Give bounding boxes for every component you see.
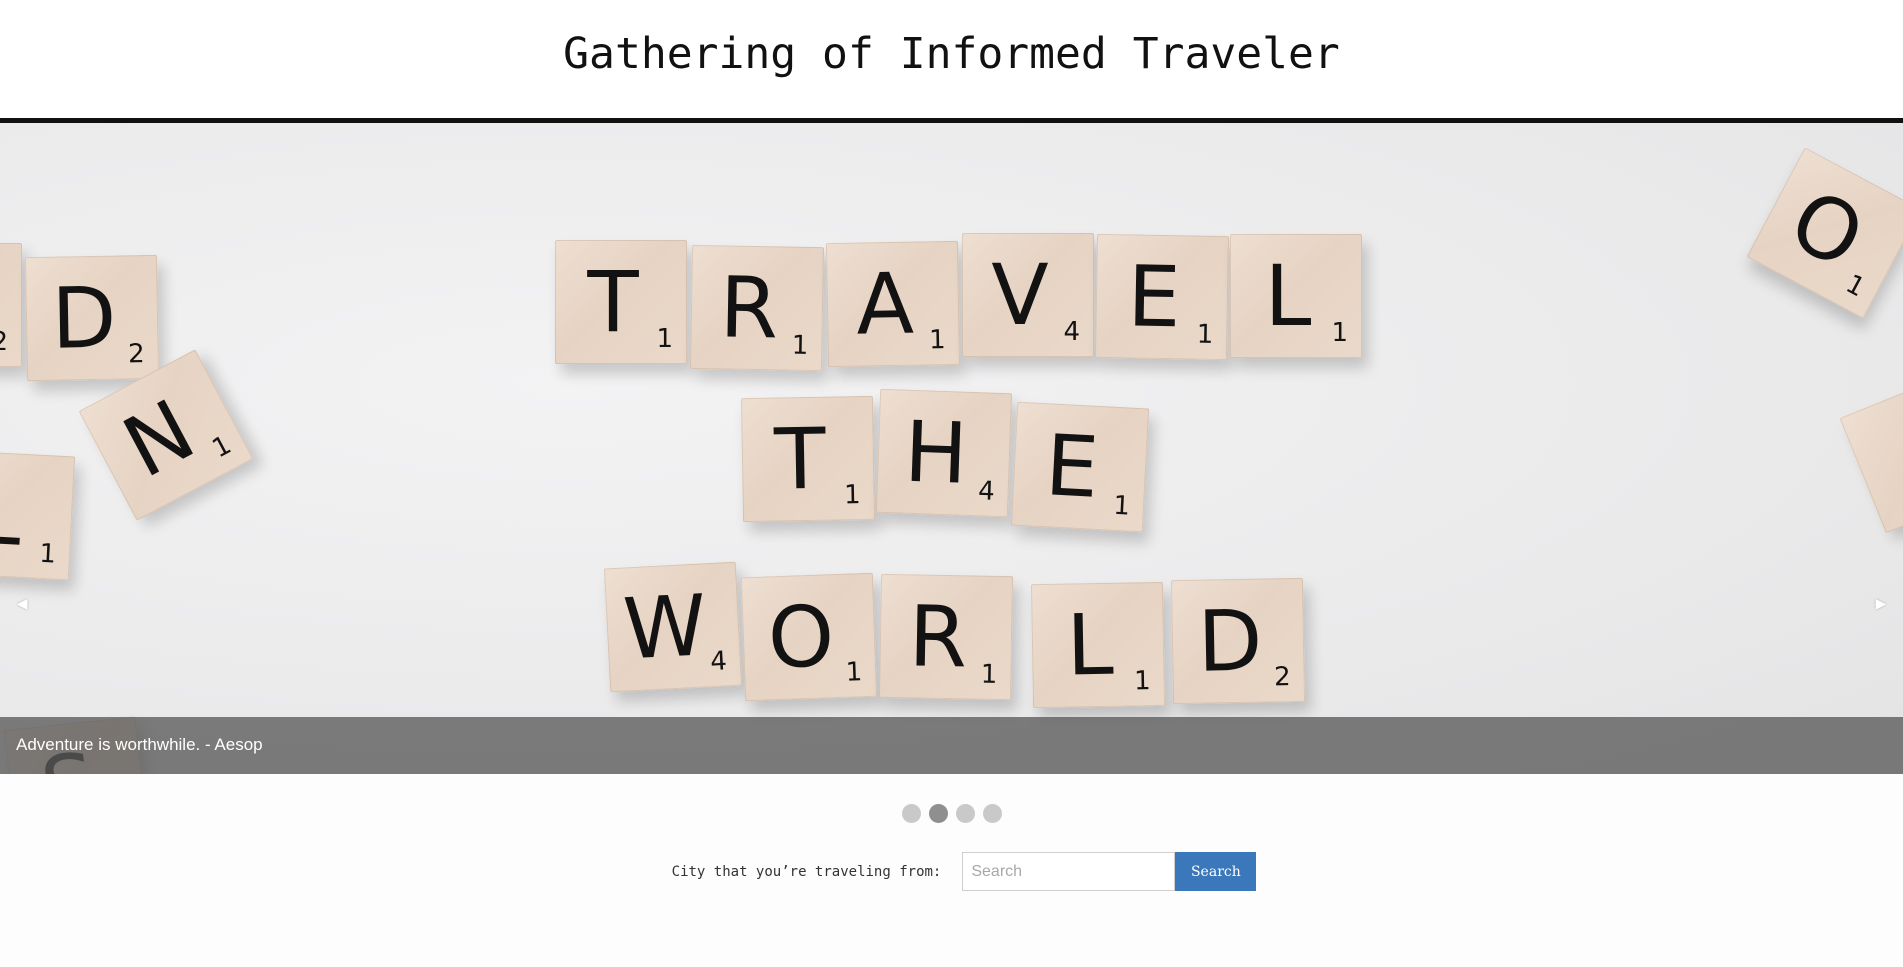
search-button[interactable]: Search [1175,852,1257,891]
scrabble-tile: T1 [555,240,687,364]
scrabble-tile: D2 [1170,577,1306,705]
carousel-prev-button[interactable]: ◀ [10,591,34,615]
scrabble-tile: D2 [24,254,160,382]
carousel-indicators [0,804,1903,823]
caret-left-icon: ◀ [16,594,28,611]
scrabble-tile [1839,368,1903,534]
scrabble-tile: O1 [740,572,878,702]
site-title: Gathering of Informed Traveler [563,29,1340,79]
image-carousel: T1 R1 A1 V4 E1 L1 T1 H4 E1 W4 O1 R1 L1 D… [0,123,1903,774]
scrabble-tile: W4 [603,561,743,693]
scrabble-tile: T1 [740,395,876,523]
scrabble-tile: V4 [962,233,1094,357]
scrabble-tile: R1 [689,244,825,372]
carousel-dot[interactable] [955,804,975,823]
scrabble-tile: E1 [1094,233,1230,361]
scrabble-tile: L1 [1030,581,1166,709]
scrabble-tile: O1 [1746,147,1903,319]
carousel-dot-active[interactable] [928,804,948,823]
slide-caption-bar: Adventure is worthwhile. - Aesop [0,717,1903,774]
scrabble-tile: A1 [825,240,961,368]
caret-right-icon: ▶ [1875,594,1887,611]
scrabble-tile: E1 [1010,401,1150,533]
scrabble-tile: L1 [0,449,76,581]
carousel-dot[interactable] [901,804,921,823]
carousel-next-button[interactable]: ▶ [1869,591,1893,615]
city-search-label: City that you’re traveling from: [671,863,942,880]
slide-caption: Adventure is worthwhile. - Aesop [16,735,263,754]
slide-image: T1 R1 A1 V4 E1 L1 T1 H4 E1 W4 O1 R1 L1 D… [0,123,1903,774]
scrabble-tile: 2 [0,243,22,367]
carousel-dot[interactable] [982,804,1002,823]
scrabble-tile: H4 [875,388,1013,518]
scrabble-tile: R1 [878,573,1014,701]
city-search-form: City that you’re traveling from: Search [25,852,1903,891]
site-header: Gathering of Informed Traveler [0,0,1903,123]
scrabble-tile: L1 [1230,234,1362,358]
city-search-input[interactable] [962,852,1176,891]
